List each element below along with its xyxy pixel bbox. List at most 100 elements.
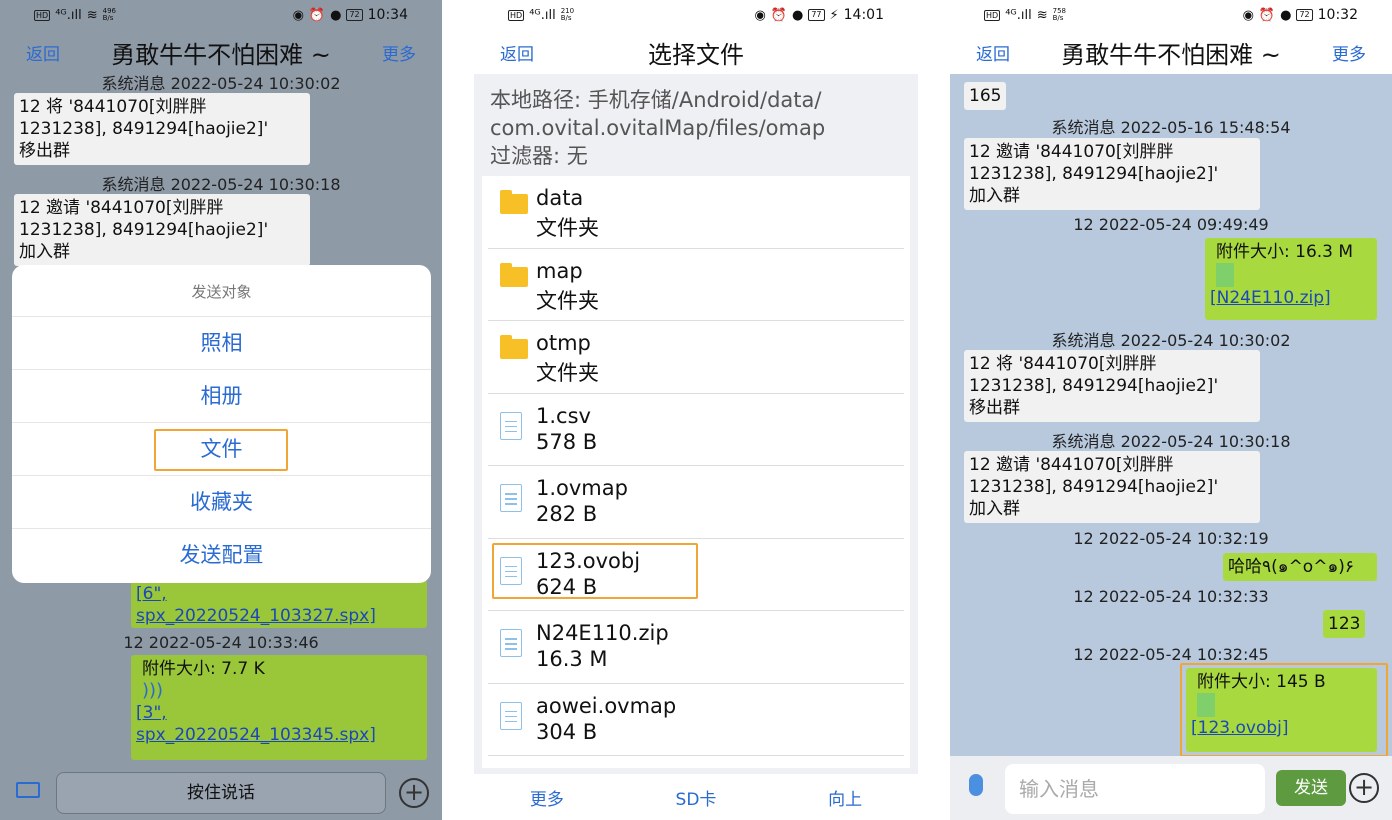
message-timestamp: 12 2022-05-24 10:33:46: [123, 633, 319, 652]
attachment-link[interactable]: spx_20220524_103345.spx]: [136, 724, 422, 746]
status-time: 14:01: [843, 7, 884, 23]
chooser-bottom-bar: 更多 SD卡 向上: [474, 774, 918, 820]
file-row[interactable]: data 文件夹: [488, 176, 904, 249]
chooser-title: 选择文件: [648, 40, 744, 69]
eye-icon: ◉: [754, 7, 766, 23]
attachment-link[interactable]: spx_20220524_103327.spx]: [136, 605, 422, 627]
attachment-size: 附件大小: 16.3 M: [1216, 242, 1354, 262]
option-favorites[interactable]: 收藏夹: [12, 476, 431, 529]
system-message-timestamp: 系统消息 2022-05-24 10:30:18: [101, 175, 341, 194]
more-button[interactable]: 更多: [382, 40, 416, 65]
status-bar: HD ⁴ᴳ.ıll ≋ 758 B/s ◉ ⏰ ● 72 10:32: [950, 0, 1392, 30]
file-row[interactable]: 1.ovmap 282 B: [488, 466, 904, 539]
plus-icon[interactable]: +: [1349, 773, 1379, 803]
system-message-timestamp: 系统消息 2022-05-24 10:30:02: [101, 74, 341, 93]
system-message-timestamp: 系统消息 2022-05-24 10:30:02: [1051, 331, 1291, 350]
chat-title: 勇敢牛牛不怕困难 ~: [111, 40, 331, 69]
status-time: 10:34: [367, 7, 408, 23]
chat-panel-with-send-menu: HD ⁴ᴳ.ıll ≋ 496 B/s ◉ ⏰ ● 72 10:34 返回 勇敢牛…: [0, 0, 442, 820]
signal-icon: ⁴ᴳ.ıll: [1005, 7, 1032, 23]
message-bubble: 12 邀请 '8441070[刘胖胖 1231238], 8491294[hao…: [14, 194, 310, 266]
message-timestamp: 12 2022-05-24 09:49:49: [1073, 215, 1269, 234]
message-bubble: 165: [964, 82, 1007, 110]
hd-icon: HD: [34, 9, 51, 21]
option-camera[interactable]: 照相: [12, 317, 431, 370]
back-button[interactable]: 返回: [26, 40, 60, 65]
battery-icon: 72: [346, 9, 363, 21]
message-bubble: 12 将 '8441070[刘胖胖 1231238], 8491294[haoj…: [14, 93, 310, 165]
send-target-sheet: 发送对象 照相 相册 文件 收藏夹 发送配置: [12, 265, 431, 583]
sheet-title: 发送对象: [12, 265, 431, 317]
message-timestamp: 12 2022-05-24 10:32:45: [1073, 645, 1269, 664]
file-row-selected[interactable]: 123.ovobj 624 B: [488, 539, 904, 611]
location-icon: ●: [791, 7, 804, 23]
battery-icon: 77: [808, 9, 825, 21]
option-file[interactable]: 文件: [12, 423, 431, 476]
file-row[interactable]: otmp 文件夹: [488, 321, 904, 394]
eye-icon: ◉: [292, 7, 304, 23]
wifi-icon: ≋: [86, 7, 98, 23]
plus-icon[interactable]: +: [399, 778, 429, 808]
more-button[interactable]: 更多: [1332, 40, 1366, 65]
alarm-icon: ⏰: [770, 7, 787, 23]
file-chooser-panel: HD ⁴ᴳ.ıll 210 B/s ◉ ⏰ ● 77 ⚡ 14:01 返回 选择文…: [474, 0, 918, 820]
chat-title: 勇敢牛牛不怕困难 ~: [1061, 40, 1281, 69]
audio-icon: ))): [142, 680, 164, 701]
back-button[interactable]: 返回: [500, 40, 534, 65]
chat-panel-after-send: HD ⁴ᴳ.ıll ≋ 758 B/s ◉ ⏰ ● 72 10:32 返回 勇敢牛…: [950, 0, 1392, 820]
status-bar: HD ⁴ᴳ.ıll 210 B/s ◉ ⏰ ● 77 ⚡ 14:01: [474, 0, 918, 30]
chat-header: 返回 勇敢牛牛不怕困难 ~ 更多: [0, 30, 442, 74]
file-icon: [1216, 263, 1234, 287]
message-bubble: 12 邀请 '8441070[刘胖胖 1231238], 8491294[hao…: [964, 138, 1260, 210]
folder-icon: [500, 262, 528, 287]
message-bubble: 12 邀请 '8441070[刘胖胖 1231238], 8491294[hao…: [964, 451, 1260, 523]
chooser-header: 返回 选择文件: [474, 30, 918, 74]
option-album[interactable]: 相册: [12, 370, 431, 423]
network-speed: 758 B/s: [1052, 7, 1066, 22]
input-bar: 输入消息 发送 +: [950, 756, 1392, 820]
battery-icon: 72: [1296, 9, 1313, 21]
file-icon: [500, 484, 522, 512]
back-button[interactable]: 返回: [976, 40, 1010, 65]
up-button[interactable]: 向上: [828, 785, 862, 810]
file-row[interactable]: 1.csv 578 B: [488, 394, 904, 466]
keyboard-icon[interactable]: [16, 782, 40, 798]
message-input[interactable]: 输入消息: [1005, 764, 1265, 814]
message-bubble: 123: [1323, 610, 1366, 638]
message-timestamp: 12 2022-05-24 10:32:33: [1073, 587, 1269, 606]
more-button[interactable]: 更多: [530, 785, 564, 810]
signal-icon: ⁴ᴳ.ıll: [55, 7, 82, 23]
hold-to-talk-button[interactable]: 按住说话: [56, 772, 386, 814]
location-icon: ●: [1280, 7, 1292, 23]
attachment-link[interactable]: [6",: [136, 583, 422, 605]
file-list: data 文件夹 map 文件夹 otmp 文件夹 1.csv 578 B 1.…: [482, 176, 910, 768]
path-info: 本地路径: 手机存储/Android/data/ com.ovital.ovit…: [490, 88, 826, 168]
option-send-config[interactable]: 发送配置: [12, 529, 431, 582]
attachment-link[interactable]: [3",: [136, 702, 422, 724]
system-message-timestamp: 系统消息 2022-05-16 15:48:54: [1051, 118, 1291, 137]
highlight-box: [492, 542, 698, 599]
message-bubble: 12 将 '8441070[刘胖胖 1231238], 8491294[haoj…: [964, 350, 1260, 422]
folder-icon: [500, 190, 528, 214]
signal-icon: ⁴ᴳ.ıll: [529, 7, 556, 23]
sd-card-button[interactable]: SD卡: [676, 785, 717, 810]
file-row[interactable]: N24E110.zip 16.3 M: [488, 611, 904, 684]
file-row[interactable]: map 文件夹: [488, 249, 904, 321]
alarm-icon: ⏰: [308, 7, 326, 23]
file-row[interactable]: aowei.ovmap 304 B: [488, 684, 904, 756]
highlight-box: [1180, 663, 1388, 757]
eye-icon: ◉: [1242, 7, 1254, 23]
chat-header: 返回 勇敢牛牛不怕困难 ~ 更多: [950, 30, 1392, 74]
system-message-timestamp: 系统消息 2022-05-24 10:30:18: [1051, 432, 1291, 451]
hd-icon: HD: [984, 9, 1001, 21]
status-time: 10:32: [1317, 7, 1358, 23]
send-button[interactable]: 发送: [1276, 770, 1346, 806]
microphone-icon[interactable]: [969, 774, 983, 796]
location-icon: ●: [330, 7, 342, 23]
charging-icon: ⚡: [829, 7, 839, 23]
attachment-link[interactable]: [N24E110.zip]: [1210, 287, 1372, 309]
attachment-size: 附件大小: 7.7 K: [142, 659, 265, 679]
alarm-icon: ⏰: [1258, 7, 1276, 23]
folder-icon: [500, 335, 528, 359]
highlight-box: [154, 429, 288, 471]
